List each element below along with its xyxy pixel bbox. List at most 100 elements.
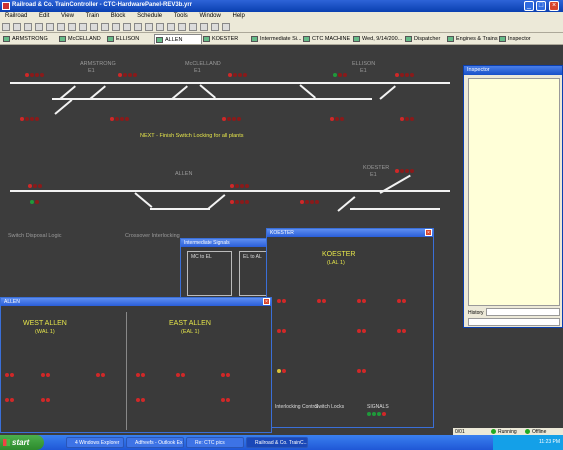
signal-lamp xyxy=(343,73,347,77)
signal-group[interactable] xyxy=(317,299,327,304)
signal-group[interactable] xyxy=(333,73,348,78)
signal-group[interactable] xyxy=(357,369,367,374)
zoom-out-icon[interactable] xyxy=(112,23,120,31)
copy-icon[interactable] xyxy=(57,23,65,31)
signal-group[interactable] xyxy=(96,373,106,378)
signal-group[interactable] xyxy=(41,398,51,403)
search-icon[interactable] xyxy=(211,23,219,31)
stop-icon[interactable] xyxy=(156,23,164,31)
switch-icon[interactable] xyxy=(200,23,208,31)
minimize-button[interactable]: _ xyxy=(524,1,534,11)
help-icon[interactable] xyxy=(222,23,230,31)
signal-group[interactable] xyxy=(221,373,231,378)
undo-icon[interactable] xyxy=(79,23,87,31)
signal-group[interactable] xyxy=(277,299,287,304)
signal-group[interactable] xyxy=(300,200,320,205)
run-icon[interactable] xyxy=(145,23,153,31)
signal-group[interactable] xyxy=(397,329,407,334)
menu-schedule[interactable]: Schedule xyxy=(132,12,167,19)
signal-group[interactable] xyxy=(25,73,45,78)
history-input[interactable] xyxy=(486,308,560,316)
menu-help[interactable]: Help xyxy=(228,12,250,19)
signal-group[interactable] xyxy=(28,184,43,189)
inspector-pane[interactable] xyxy=(468,78,560,306)
locomotive-icon[interactable] xyxy=(167,23,175,31)
tab-koester[interactable]: KOESTER xyxy=(202,34,248,44)
switchboard-icon xyxy=(303,36,310,42)
start-button[interactable]: start xyxy=(0,435,44,450)
close-icon[interactable]: × xyxy=(263,298,270,305)
signal-group[interactable] xyxy=(330,117,345,122)
signal-group[interactable] xyxy=(222,117,242,122)
menu-railroad[interactable]: Railroad xyxy=(0,12,32,19)
zoom-in-icon[interactable] xyxy=(101,23,109,31)
signal-group[interactable] xyxy=(110,117,130,122)
signal-lamp xyxy=(28,184,32,188)
block-icon[interactable] xyxy=(189,23,197,31)
signal-group[interactable] xyxy=(397,299,407,304)
tab-engines-trains[interactable]: Engines & Trains xyxy=(446,34,498,44)
tab-allen[interactable]: ALLEN xyxy=(154,34,202,44)
menu-block[interactable]: Block xyxy=(106,12,131,19)
save-icon[interactable] xyxy=(24,23,32,31)
signal-group[interactable] xyxy=(230,200,250,205)
history-dropdown[interactable] xyxy=(468,318,560,326)
signal-group[interactable] xyxy=(136,398,146,403)
signal-group[interactable] xyxy=(367,412,387,417)
tab-dispatcher[interactable]: Dispatcher xyxy=(404,34,446,44)
signal-group[interactable] xyxy=(357,299,367,304)
signal-group[interactable] xyxy=(20,117,40,122)
signal-group[interactable] xyxy=(395,169,415,174)
close-button[interactable]: × xyxy=(549,1,559,11)
switchboard-icon xyxy=(251,36,258,42)
tab-mcclelland[interactable]: McCELLAND xyxy=(58,34,106,44)
cut-icon[interactable] xyxy=(46,23,54,31)
signal-group[interactable] xyxy=(228,73,248,78)
signal-group[interactable] xyxy=(41,373,51,378)
tab-intermediate-signals[interactable]: Intermediate Si... xyxy=(250,34,302,44)
signal-group[interactable] xyxy=(357,329,367,334)
signal-icon[interactable] xyxy=(178,23,186,31)
tab-clock[interactable]: Wed, 9/14/200... xyxy=(352,34,404,44)
taskbar-item-ctc-pics[interactable]: Re: CTC pics xyxy=(186,437,244,448)
signal-group[interactable] xyxy=(30,200,40,205)
maximize-button[interactable]: □ xyxy=(536,1,546,11)
signal-group[interactable] xyxy=(277,369,287,374)
signal-lamp xyxy=(397,329,401,333)
signal-group[interactable] xyxy=(395,73,415,78)
taskbar-item-explorer[interactable]: 4 Windows Explorer xyxy=(66,437,124,448)
taskbar-item-traincontroller[interactable]: Railroad & Co. TrainC... xyxy=(246,437,308,448)
menu-train[interactable]: Train xyxy=(81,12,104,19)
menu-tools[interactable]: Tools xyxy=(169,12,193,19)
print-icon[interactable] xyxy=(35,23,43,31)
switch-locks-label: Switch Locks xyxy=(315,404,345,410)
grid-icon[interactable] xyxy=(123,23,131,31)
signal-group[interactable] xyxy=(118,73,138,78)
signal-group[interactable] xyxy=(400,117,415,122)
tab-ellison[interactable]: ELLISON xyxy=(106,34,154,44)
taskbar-item-outlook[interactable]: Adfreefs - Outlook Ex... xyxy=(126,437,184,448)
redo-icon[interactable] xyxy=(90,23,98,31)
signal-group[interactable] xyxy=(5,398,15,403)
signal-group[interactable] xyxy=(176,373,186,378)
paste-icon[interactable] xyxy=(68,23,76,31)
menu-window[interactable]: Window xyxy=(194,12,225,19)
signal-group[interactable] xyxy=(221,398,231,403)
signal-group[interactable] xyxy=(277,329,287,334)
signal-group[interactable] xyxy=(230,184,250,189)
signal-lamp xyxy=(282,369,286,373)
tab-armstrong[interactable]: ARMSTRONG xyxy=(2,34,56,44)
open-icon[interactable] xyxy=(13,23,21,31)
signal-group[interactable] xyxy=(136,373,146,378)
signal-lamp xyxy=(226,398,230,402)
signal-lamp xyxy=(377,412,381,416)
edit-mode-icon[interactable] xyxy=(134,23,142,31)
tab-inspector[interactable]: Inspector xyxy=(498,34,548,44)
tab-ctc-machine[interactable]: CTC MACHINE xyxy=(302,34,352,44)
menu-edit[interactable]: Edit xyxy=(34,12,54,19)
signal-lamp xyxy=(400,73,404,77)
close-icon[interactable]: × xyxy=(425,229,432,236)
new-icon[interactable] xyxy=(2,23,10,31)
menu-view[interactable]: View xyxy=(56,12,79,19)
signal-group[interactable] xyxy=(5,373,15,378)
